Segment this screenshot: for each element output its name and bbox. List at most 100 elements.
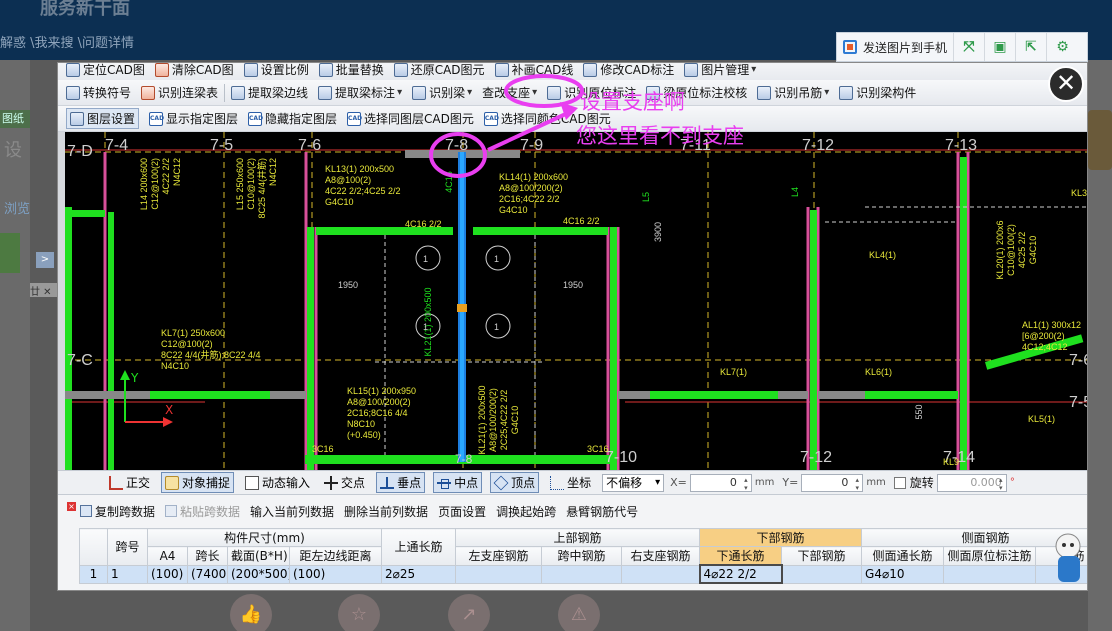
column-header[interactable]: 下部钢筋 [781,546,863,566]
set-scale-button[interactable]: 设置比例 [243,63,309,78]
table-cell-editing[interactable]: 4⌀22 2/2 [698,564,783,584]
column-header[interactable]: 下通长筋 [699,546,783,566]
settings-icon[interactable]: ⚙ [1047,33,1078,61]
layer-settings-button[interactable]: 图层设置 [66,108,140,129]
column-header[interactable]: 右支座钢筋 [620,546,701,566]
select-same-layer-button[interactable]: CAD 选择同图层CAD图元 [347,110,474,127]
rotate-angle-input[interactable]: 0.000 [936,473,1007,492]
beam-annotation-line: C10@100(2) [246,158,256,210]
delete-column-data-button[interactable]: 删除当前列数据 [344,503,428,520]
beam-component-icon [839,85,854,100]
object-snap-toggle[interactable]: 对象捕捉 [161,472,235,493]
axis-label: 7-8 [455,452,473,466]
extract-beam-edge-button[interactable]: 提取梁边线 [231,84,308,101]
row-number[interactable]: 1 [79,564,108,584]
coordinate-snap-toggle[interactable]: 坐标 [547,473,594,492]
column-header[interactable]: 上通长筋 [381,528,456,566]
beam-annotation-icon [318,85,333,100]
x-coordinate-input[interactable]: 0 [689,473,752,492]
table-cell[interactable] [943,564,1037,584]
toolbar-separator [224,83,226,102]
table-cell[interactable] [781,564,863,584]
clear-icon [154,63,169,77]
modify-cad-annotation-button[interactable]: 修改CAD标注 [583,63,674,78]
restore-cad-button[interactable]: 还原CAD图元 [393,63,485,78]
column-header[interactable]: 截面(B*H) [227,546,290,566]
dimension-label: 1950 [338,280,358,290]
cad-icon: CAD [149,111,164,126]
external-share-icon[interactable]: ⇱ [1016,33,1048,61]
column-header[interactable]: 左支座钢筋 [455,546,542,566]
beam-annotation-line: 4C22 2/2;4C25 2/2 [325,186,401,196]
rotate-checkbox[interactable] [893,476,906,489]
assistant-mascot-icon[interactable] [1040,528,1088,588]
identify-beam-component-button[interactable]: 识别梁构件 [839,84,916,101]
send-to-phone-button[interactable]: 发送图片到手机 [837,33,955,61]
extract-beam-annotation-menu[interactable]: 提取梁标注 [318,84,402,101]
table-cell[interactable] [541,564,622,584]
y-coordinate-input[interactable]: 0 [801,473,864,492]
column-header[interactable]: 跨中钢筋 [541,546,622,566]
expand-icon[interactable]: ⤧ [954,33,986,61]
background-left-scroll: > [36,252,54,268]
axis-label: 7-13 [945,137,977,154]
dynamic-input-toggle[interactable]: 动态输入 [242,473,313,492]
cad-drawing-canvas[interactable]: 7-D 7-4 7-5 7-6 7-8 7-9 7-11 7-12 7-13 7… [65,132,1087,470]
paste-span-data-button[interactable]: 粘贴跨数据 [165,503,240,520]
save-icon[interactable]: ▣ [985,33,1017,61]
dimension-label: 550 [914,404,924,419]
check-support-menu[interactable]: 查改支座 [482,84,537,101]
swap-start-span-button[interactable]: 调换起始跨 [496,503,556,520]
table-cell[interactable]: (7400) [187,564,228,584]
ortho-label: 正交 [126,476,151,490]
table-cell[interactable] [455,564,542,584]
hide-layer-button[interactable]: CAD 隐藏指定图层 [248,110,337,127]
input-column-data-button[interactable]: 输入当前列数据 [250,503,334,520]
column-header[interactable]: 侧面原位标注筋 [943,546,1037,566]
column-header[interactable]: 侧面通长筋 [861,546,945,566]
axis-label: 7-9 [520,137,543,154]
offset-select[interactable]: 不偏移 [602,473,665,492]
page-settings-button[interactable]: 页面设置 [438,503,486,520]
table-cell[interactable]: (100) [289,564,382,584]
check-support-label: 查改支座 [482,86,531,100]
swap-start-span-label: 调换起始跨 [496,504,557,519]
beam-id-label: L4 [790,187,800,197]
svg-text:1: 1 [423,254,428,264]
column-header[interactable]: 跨号 [107,528,148,566]
vertex-icon [493,475,509,490]
copy-span-data-button[interactable]: 复制跨数据 [80,503,155,520]
cad-icon: CAD [483,111,499,126]
locate-cad-button[interactable]: 定位CAD图 [66,63,145,78]
column-header[interactable]: 跨长 [187,546,228,566]
image-management-menu[interactable]: 图片管理 [684,63,756,78]
select-same-layer-label: 选择同图层CAD图元 [364,112,474,126]
clear-cad-label: 清除CAD图 [171,63,234,77]
column-header[interactable]: A4 [147,546,188,566]
midpoint-snap-toggle[interactable]: 中点 [433,472,483,493]
redraw-cad-line-button[interactable]: 补画CAD线 [494,63,573,78]
ortho-toggle[interactable]: 正交 [106,473,153,492]
table-cell[interactable]: 1 [107,564,148,584]
table-cell[interactable]: (100) [147,564,188,584]
identify-hanger-bar-menu[interactable]: 识别吊筋 [757,84,829,101]
cantilever-rebar-code-button[interactable]: 悬臂钢筋代号 [566,503,638,520]
table-cell[interactable] [620,564,701,584]
clear-cad-button[interactable]: 清除CAD图 [154,63,234,78]
table-row[interactable]: 1 1 (100) (7400) (200*500) (100) 2⌀25 4⌀… [79,564,1087,584]
identify-link-beam-table-button[interactable]: 识别连梁表 [141,84,218,101]
show-layer-button[interactable]: CAD 显示指定图层 [149,110,238,127]
set-scale-label: 设置比例 [260,63,309,77]
axis-label: 7-8 [445,137,468,154]
identify-beam-menu[interactable]: 识别梁 [412,84,472,101]
perpendicular-snap-toggle[interactable]: 垂点 [376,472,426,493]
convert-symbol-button[interactable]: 转换符号 [66,84,131,101]
table-cell[interactable]: G4⌀10 [861,564,945,584]
close-viewer-button[interactable]: ✕ [1048,66,1084,102]
table-cell[interactable]: (200*500) [227,564,290,584]
intersection-snap-toggle[interactable]: 交点 [321,473,368,492]
column-header[interactable]: 距左边线距离 [289,546,382,566]
table-cell[interactable]: 2⌀25 [381,564,456,584]
vertex-snap-toggle[interactable]: 顶点 [490,472,540,493]
batch-replace-button[interactable]: 批量替换 [318,63,384,78]
